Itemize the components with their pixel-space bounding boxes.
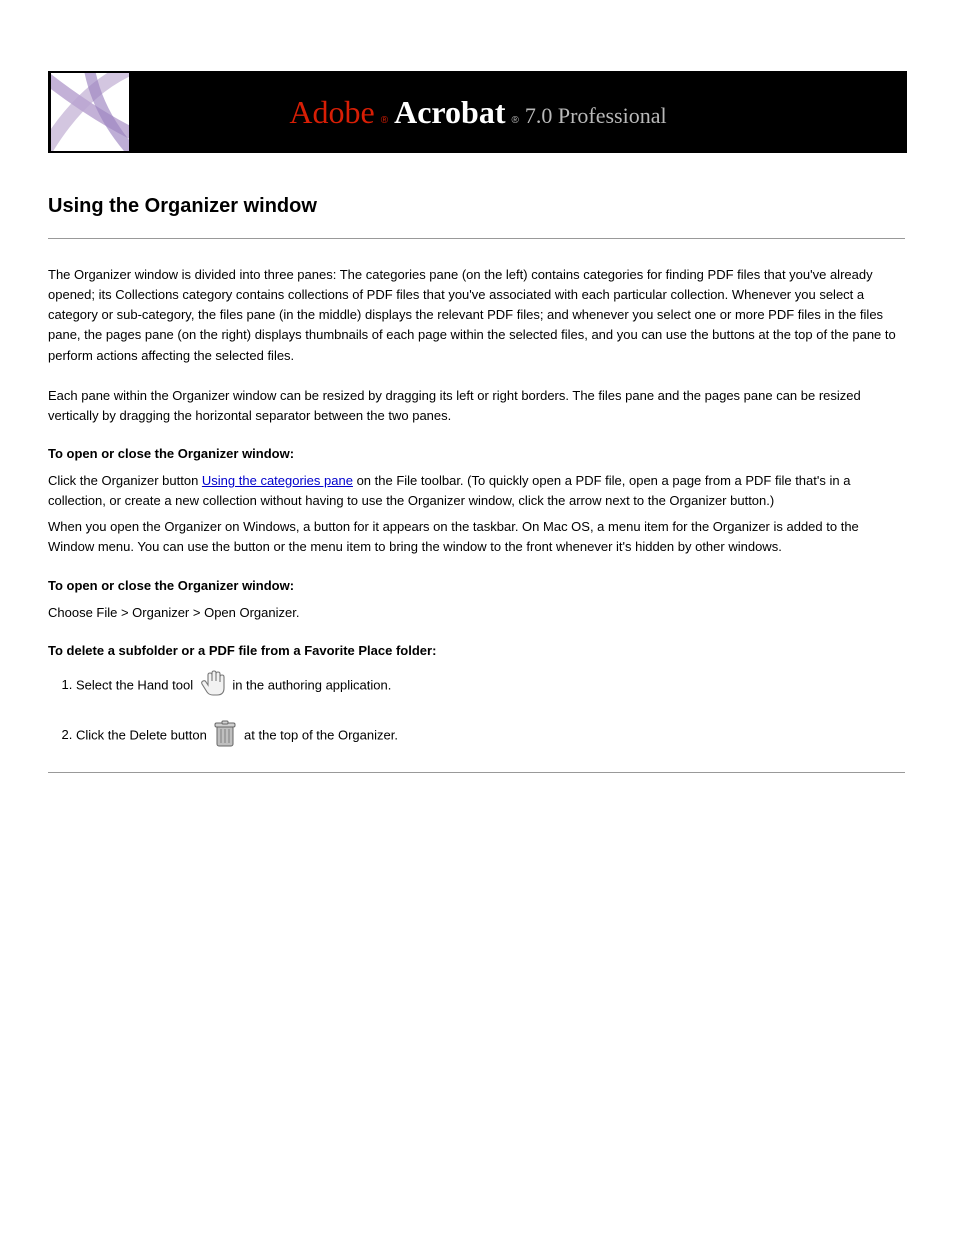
banner-acrobat-text: Acrobat bbox=[394, 94, 505, 131]
delete-step-2b: at the top of the Organizer. bbox=[244, 727, 398, 742]
delete-step-1b: in the authoring application. bbox=[232, 677, 391, 692]
link-categories-pane[interactable]: Using the categories pane bbox=[202, 473, 353, 488]
divider-bottom bbox=[48, 772, 905, 773]
hand-tool-icon bbox=[199, 668, 227, 704]
delete-step-2: Click the Delete button at the top of th… bbox=[76, 718, 907, 754]
trash-icon bbox=[212, 718, 238, 754]
acrobat-logo-icon bbox=[51, 73, 129, 151]
product-banner: Adobe® Acrobat® 7.0 Professional bbox=[48, 71, 907, 153]
banner-adobe-text: Adobe bbox=[289, 94, 374, 131]
subhead-open-close: To open or close the Organizer window: bbox=[48, 578, 907, 593]
delete-step-1a: Select the Hand tool bbox=[76, 677, 197, 692]
subhead-delete: To delete a subfolder or a PDF file from… bbox=[48, 643, 907, 658]
delete-steps-list: Select the Hand tool in the authoring ap… bbox=[76, 668, 907, 754]
tip-paragraph-2: When you open the Organizer on Windows, … bbox=[48, 517, 907, 557]
tip-paragraph-1: Each pane within the Organizer window ca… bbox=[48, 386, 907, 426]
banner-title: Adobe® Acrobat® 7.0 Professional bbox=[129, 94, 907, 131]
open-close-step: Choose File > Organizer > Open Organizer… bbox=[48, 603, 907, 623]
page-title: Using the Organizer window bbox=[48, 195, 907, 218]
delete-step-2a: Click the Delete button bbox=[76, 727, 210, 742]
divider-top bbox=[48, 238, 905, 239]
delete-step-1: Select the Hand tool in the authoring ap… bbox=[76, 668, 907, 704]
open-organizer-step: Click the Organizer button Using the cat… bbox=[48, 471, 907, 511]
intro-paragraph: The Organizer window is divided into thr… bbox=[48, 265, 907, 366]
subhead-pages: To open or close the Organizer window: bbox=[48, 446, 907, 461]
page-content: Using the Organizer window The Organizer… bbox=[48, 153, 907, 773]
banner-suffix-text: 7.0 Professional bbox=[525, 103, 667, 129]
step-text-part-1: Click the Organizer button bbox=[48, 473, 202, 488]
